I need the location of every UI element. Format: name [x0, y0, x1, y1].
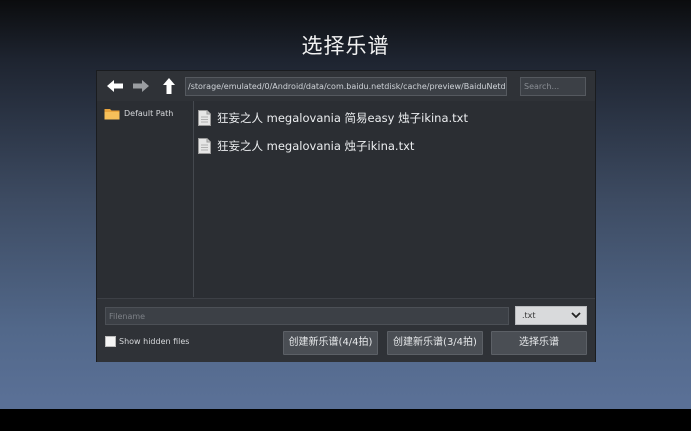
extension-select[interactable]: .txt	[515, 306, 587, 325]
file-list: 狂妄之人 megalovania 简易easy 烛子ikina.txt 狂妄之人…	[194, 101, 594, 297]
sidebar-item-label: Default Path	[124, 109, 174, 118]
filename-input[interactable]	[105, 307, 509, 325]
search-input[interactable]	[520, 77, 586, 96]
arrow-up-icon	[163, 78, 175, 94]
path-field[interactable]: /storage/emulated/0/Android/data/com.bai…	[185, 77, 507, 96]
bottom-panel: .txt Show hidden files 创建新乐谱(4/4拍) 创建新乐谱…	[97, 298, 595, 362]
file-icon	[198, 138, 211, 154]
create-score-3-4-button[interactable]: 创建新乐谱(3/4拍)	[387, 331, 483, 355]
extension-value: .txt	[522, 311, 536, 320]
list-item[interactable]: 狂妄之人 megalovania 简易easy 烛子ikina.txt	[198, 107, 468, 129]
file-name: 狂妄之人 megalovania 简易easy 烛子ikina.txt	[217, 111, 468, 125]
file-browser-dialog: /storage/emulated/0/Android/data/com.bai…	[96, 70, 596, 362]
page-title: 选择乐谱	[301, 34, 390, 58]
chevron-down-icon	[571, 312, 581, 319]
show-hidden-toggle[interactable]: Show hidden files	[105, 336, 189, 347]
show-hidden-checkbox[interactable]	[105, 336, 116, 347]
sidebar: Default Path	[97, 101, 194, 297]
up-button[interactable]	[159, 76, 179, 96]
list-item[interactable]: 狂妄之人 megalovania 烛子ikina.txt	[198, 135, 414, 157]
folder-icon	[104, 109, 120, 120]
sidebar-item-default-path[interactable]: Default Path	[104, 107, 173, 120]
toolbar: /storage/emulated/0/Android/data/com.bai…	[97, 71, 595, 101]
file-icon	[198, 110, 211, 126]
forward-button[interactable]	[131, 76, 151, 96]
arrow-right-icon	[133, 80, 149, 92]
file-name: 狂妄之人 megalovania 烛子ikina.txt	[217, 139, 415, 153]
show-hidden-label: Show hidden files	[119, 337, 190, 346]
create-score-4-4-button[interactable]: 创建新乐谱(4/4拍)	[283, 331, 378, 355]
back-button[interactable]	[105, 76, 125, 96]
arrow-left-icon	[107, 80, 123, 92]
select-score-button[interactable]: 选择乐谱	[491, 331, 587, 355]
screen-bottom-bar	[0, 409, 691, 431]
